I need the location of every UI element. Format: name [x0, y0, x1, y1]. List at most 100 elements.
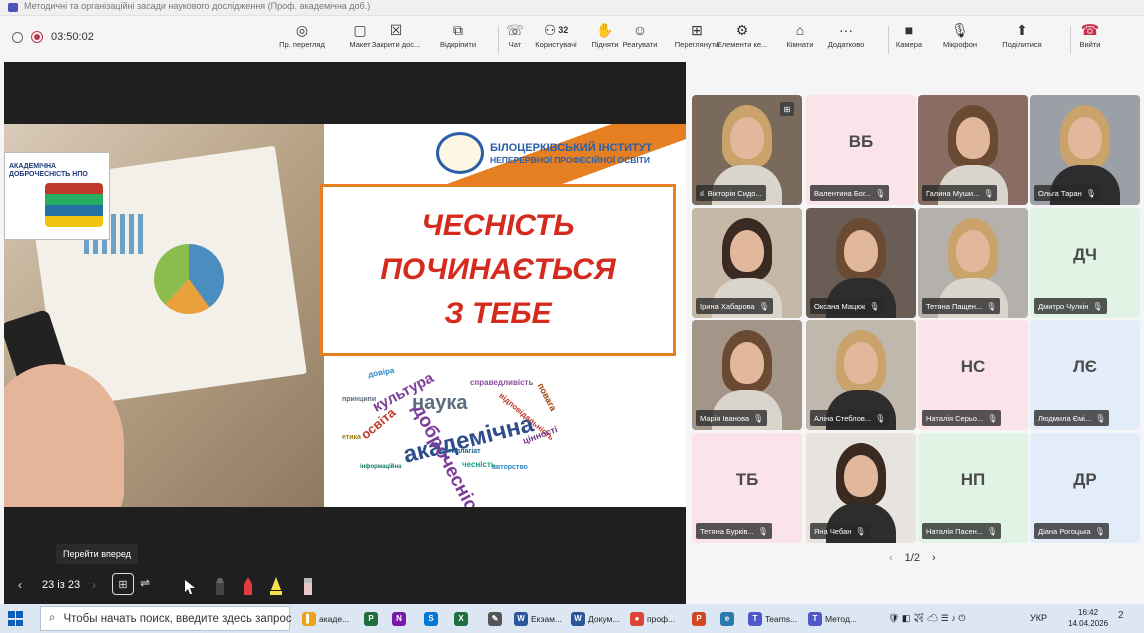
react-button[interactable]: ☺ Реагувати	[618, 20, 662, 49]
participant-name: Марія Іванова	[700, 413, 750, 423]
taskbar-app-button[interactable]: W Екзам...	[514, 607, 562, 630]
view-icon-glyph: ⊞	[691, 21, 703, 38]
participant-tile[interactable]: Яна Чебан 🎙	[806, 433, 916, 543]
participant-tile[interactable]: Аліна Стеблов... 🎙	[806, 320, 916, 430]
word-cloud: академічна доброчесність наука культура осві…	[342, 364, 602, 507]
taskbar-app-button[interactable]: S	[424, 607, 438, 630]
expand-video-icon[interactable]: ⊞	[780, 102, 794, 116]
participant-tile[interactable]: Ольга Таран 🎙	[1030, 95, 1140, 205]
taskbar-app-button[interactable]: ✎	[488, 607, 502, 630]
windows-start-icon[interactable]	[8, 611, 23, 626]
word-cloud-word: інформаційна	[360, 464, 402, 470]
participant-tile[interactable]: Галина Муши... 🎙	[918, 95, 1028, 205]
taskbar-app-button[interactable]: e	[720, 607, 734, 630]
participant-name-label: Аліна Стеблов... 🎙	[810, 410, 890, 426]
host-tools-icon: ⚙	[736, 20, 749, 40]
camera-button[interactable]: ■ Камера	[887, 20, 931, 49]
participant-tile[interactable]: ВБ Валентина Бог... 🎙	[806, 95, 916, 205]
window-title: Методичні та організаційні засади науков…	[24, 1, 371, 11]
participant-initials: ДР	[1073, 470, 1097, 489]
timer-text: 03:50:02	[51, 31, 94, 43]
participant-tile[interactable]: ДР Діана Рогоцька 🎙	[1030, 433, 1140, 543]
popout-button[interactable]: ⧉ Відкріпити	[436, 20, 480, 50]
participant-tile[interactable]: Марія Іванова 🎙	[692, 320, 802, 430]
taskbar-app-button[interactable]: T Teams...	[748, 607, 797, 630]
taskbar-app-icon: e	[720, 611, 734, 626]
gallery-next-button[interactable]: ›	[932, 552, 936, 564]
taskbar-app-button[interactable]: W Докум...	[571, 607, 619, 630]
word-cloud-word: повага	[535, 381, 559, 413]
participant-face	[730, 230, 764, 272]
highlighter-icon[interactable]	[268, 573, 284, 595]
participant-name-label: Тетяна Пащен... 🎙	[922, 298, 1001, 314]
eye-label: Пр. перегляд	[279, 40, 325, 49]
participant-tile[interactable]: ТБ Тетяна Бурків... 🎙	[692, 433, 802, 543]
participant-initials: НП	[960, 470, 986, 489]
participant-tile[interactable]: Ірина Хабарова 🎙	[692, 208, 802, 318]
participant-face	[730, 342, 764, 384]
layout-icon: ▢	[353, 20, 366, 40]
participant-name: Наталія Пасен...	[926, 526, 984, 536]
taskbar-app-button[interactable]: P	[692, 607, 706, 630]
taskbar-app-button[interactable]: N	[392, 607, 406, 630]
more-icon-glyph: ···	[839, 22, 853, 38]
participant-initials: ДЧ	[1073, 245, 1097, 264]
participant-tile[interactable]: Тетяна Пащен... 🎙	[918, 208, 1028, 318]
leave-call-icon-glyph: ☎	[1080, 22, 1100, 39]
participant-tile[interactable]: ДЧ Дмитро Чулкін 🎙	[1030, 208, 1140, 318]
taskbar-app-button[interactable]: X	[454, 607, 468, 630]
taskbar-app-button[interactable]: ▌ акаде...	[302, 607, 349, 630]
taskbar-search-box[interactable]: ⌕ Чтобы начать поиск, введите здесь запр…	[40, 606, 292, 631]
pointer-tool-icon[interactable]	[182, 573, 198, 595]
taskbar-app-button[interactable]: T Метод...	[808, 607, 857, 630]
participant-tile[interactable]: НС Наталія Серьо... 🎙	[918, 320, 1028, 430]
raise-hand-label: Підняти	[591, 40, 619, 49]
host-tools-button[interactable]: ⚙ Елементи ке...	[717, 20, 768, 50]
rooms-button[interactable]: ⌂ Кімнати	[778, 20, 822, 49]
taskbar-clock[interactable]: 16:42 14.04.2026	[1068, 607, 1108, 629]
microphone-label: Мікрофон	[942, 40, 978, 49]
raise-hand-icon: ✋	[596, 20, 613, 40]
leave-call-button[interactable]: ☎ Вийти	[1068, 20, 1112, 49]
gallery-prev-button[interactable]: ‹	[889, 552, 893, 564]
signal-strength-icon: ıl	[700, 188, 704, 198]
raise-hand-icon-glyph: ✋	[596, 21, 614, 38]
word-cloud-word: принципи	[342, 396, 377, 403]
chat-button[interactable]: ☏ Чат	[493, 20, 537, 50]
settings-sliders-icon[interactable]: ⇌	[140, 576, 150, 590]
view-button[interactable]: ⊞ Переглянути	[675, 20, 719, 50]
taskbar-app-button[interactable]: ● проф...	[630, 607, 675, 630]
taskbar-app-button[interactable]: P	[364, 607, 378, 630]
react-icon: ☺	[633, 20, 647, 40]
notifications-icon[interactable]: 2	[1118, 610, 1134, 626]
leave-call-label: Вийти	[1079, 40, 1101, 49]
people-label: Користувачі	[535, 40, 577, 49]
eye-button[interactable]: ◎ Пр. перегляд	[279, 20, 325, 50]
participant-tile[interactable]: НП Наталія Пасен... 🎙	[918, 433, 1028, 543]
clock-date: 14.04.2026	[1068, 619, 1109, 628]
participant-name-label: Наталія Пасен... 🎙	[922, 523, 1002, 539]
microphone-button[interactable]: 🎙 Мікрофон	[938, 20, 982, 50]
previous-slide-button[interactable]: ‹	[18, 578, 22, 592]
share-button[interactable]: ⬆ Поділитися	[1000, 20, 1044, 50]
next-slide-button[interactable]: ›	[92, 578, 96, 592]
next-slide-tooltip: Перейти вперед	[56, 544, 138, 564]
slide-grid-button[interactable]: ⊞	[112, 573, 134, 595]
language-indicator[interactable]: УКР	[1030, 613, 1047, 623]
muted-mic-icon: 🎙	[983, 188, 994, 198]
close-share-button[interactable]: ☒ Закрити дос...	[372, 20, 421, 50]
pen-tool-icon[interactable]	[212, 573, 228, 595]
system-tray-icons[interactable]: 🛡 ◧ ✈ ☁ ☰ ♪ ⏻	[888, 613, 965, 624]
participant-name: Тетяна Пащен...	[926, 301, 983, 311]
participant-initials: ЛЄ	[1072, 357, 1098, 376]
participant-tile[interactable]: ЛЄ Людмила Ємі... 🎙	[1030, 320, 1140, 430]
people-button[interactable]: ⚇ 32 Користувачі	[534, 20, 578, 50]
clock-time: 16:42	[1078, 608, 1099, 617]
camera-icon: ■	[905, 20, 913, 40]
participant-tile[interactable]: Оксана Мацюк 🎙	[806, 208, 916, 318]
more-button[interactable]: ··· Додатково	[824, 20, 868, 49]
institute-name-line1: БІЛОЦЕРКІВСЬКИЙ ІНСТИТУТ	[490, 141, 653, 154]
eraser-icon[interactable]	[300, 573, 316, 595]
layout-icon-glyph: ▢	[353, 21, 367, 38]
red-marker-icon[interactable]	[240, 573, 256, 595]
